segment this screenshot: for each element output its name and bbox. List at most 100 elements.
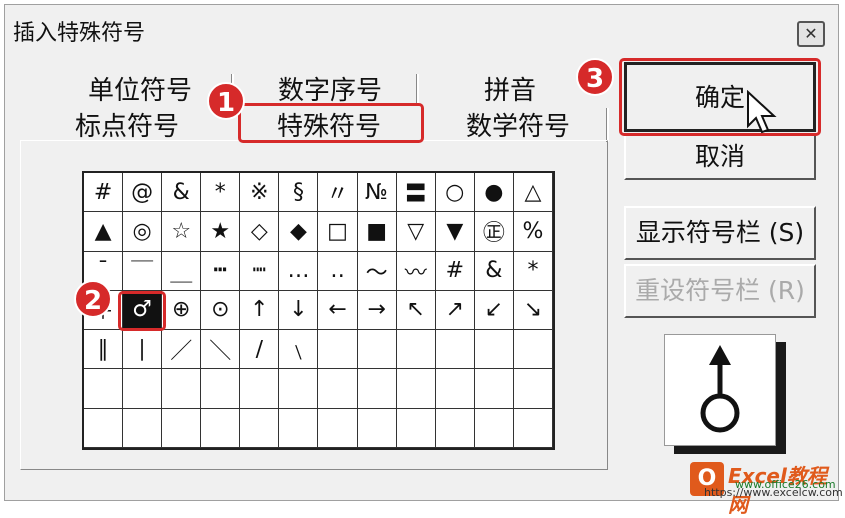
symbol-cell[interactable]: # — [84, 173, 124, 213]
symbol-cell[interactable] — [162, 369, 202, 409]
symbol-cell[interactable] — [357, 330, 397, 370]
symbol-preview — [664, 334, 776, 446]
symbol-cell[interactable]: ● — [474, 173, 514, 213]
male-symbol-icon — [700, 345, 740, 433]
symbol-cell[interactable]: ← — [318, 290, 358, 331]
symbol-cell[interactable]: % — [513, 212, 553, 252]
symbol-cell[interactable]: # — [435, 251, 475, 291]
symbol-cell[interactable] — [201, 369, 241, 409]
symbol-cell[interactable] — [240, 408, 280, 448]
symbol-cell[interactable]: ○ — [435, 173, 475, 213]
reset-symbol-bar-button[interactable]: 重设符号栏 (R) — [624, 264, 816, 318]
tab-unit-symbols[interactable]: 单位符号 — [60, 70, 220, 106]
symbol-cell[interactable]: ★ — [201, 212, 241, 252]
symbol-cell[interactable] — [357, 369, 397, 409]
symbol-cell[interactable]: ＼ — [201, 330, 241, 370]
symbol-cell[interactable]: ㊣ — [474, 212, 514, 252]
symbol-cell[interactable] — [435, 408, 475, 448]
symbol-cell[interactable] — [357, 408, 397, 448]
symbol-cell[interactable] — [474, 408, 514, 448]
symbol-cell[interactable]: ～ — [357, 251, 397, 291]
symbol-cell[interactable]: ■ — [357, 212, 397, 252]
symbol-cell[interactable]: ◆ — [279, 212, 319, 252]
symbol-cell[interactable]: ∥ — [84, 330, 124, 370]
step-badge-2: 2 — [74, 280, 112, 318]
symbol-cell[interactable] — [84, 369, 124, 409]
symbol-cell[interactable]: ※ — [240, 173, 280, 213]
symbol-cell[interactable] — [279, 408, 319, 448]
symbol-cell[interactable]: 〰 — [396, 251, 436, 291]
symbol-cell[interactable] — [513, 330, 553, 370]
watermark-url-secondary: www.office26.com — [735, 478, 836, 491]
symbol-cell[interactable]: ⊕ — [162, 290, 202, 331]
tab-math-symbols[interactable]: 数学符号 — [428, 106, 608, 142]
symbol-cell[interactable]: * — [513, 251, 553, 291]
symbol-cell[interactable]: → — [357, 290, 397, 331]
tab-divider — [606, 108, 609, 142]
tab-punctuation[interactable]: 标点符号 — [32, 106, 222, 142]
symbol-cell[interactable] — [474, 369, 514, 409]
close-button[interactable]: ✕ — [797, 21, 825, 47]
symbol-cell[interactable] — [513, 408, 553, 448]
symbol-cell[interactable]: § — [279, 173, 319, 213]
callout-highlight-ok-button — [619, 58, 821, 136]
symbol-cell[interactable]: 〓 — [396, 173, 436, 213]
symbol-cell[interactable]: ↓ — [279, 290, 319, 331]
symbol-cell[interactable] — [396, 330, 436, 370]
symbol-cell[interactable]: ↘ — [513, 290, 553, 331]
dialog-title: 插入特殊符号 — [13, 21, 146, 46]
symbol-cell[interactable]: ▼ — [435, 212, 475, 252]
symbol-cell[interactable] — [240, 369, 280, 409]
symbol-cell[interactable] — [318, 408, 358, 448]
symbol-cell[interactable]: ▽ — [396, 212, 436, 252]
symbol-cell[interactable]: △ — [513, 173, 553, 213]
symbol-cell[interactable]: ◇ — [240, 212, 280, 252]
tab-divider — [416, 74, 419, 104]
symbol-cell[interactable] — [84, 408, 124, 448]
symbol-cell[interactable]: □ — [318, 212, 358, 252]
symbol-cell[interactable]: ∣ — [123, 330, 163, 370]
symbol-cell[interactable] — [162, 408, 202, 448]
symbol-cell[interactable]: ／ — [162, 330, 202, 370]
symbol-cell[interactable]: 〃 — [318, 173, 358, 213]
symbol-cell[interactable]: & — [474, 251, 514, 291]
symbol-cell[interactable]: ↗ — [435, 290, 475, 331]
symbol-cell[interactable] — [318, 330, 358, 370]
symbol-cell[interactable] — [279, 369, 319, 409]
tab-pinyin[interactable]: 拼音 — [440, 70, 580, 106]
symbol-cell[interactable]: & — [162, 173, 202, 213]
symbol-cell[interactable]: * — [201, 173, 241, 213]
show-symbol-bar-button[interactable]: 显示符号栏 (S) — [624, 206, 816, 260]
symbol-cell[interactable] — [435, 369, 475, 409]
symbol-cell[interactable] — [396, 369, 436, 409]
symbol-cell[interactable] — [474, 330, 514, 370]
symbol-cell[interactable]: № — [357, 173, 397, 213]
symbol-cell[interactable]: ◎ — [123, 212, 163, 252]
symbol-cell[interactable]: @ — [123, 173, 163, 213]
symbol-cell[interactable]: ↖ — [396, 290, 436, 331]
symbol-cell[interactable] — [123, 369, 163, 409]
symbol-cell[interactable] — [318, 369, 358, 409]
tab-number-sequence[interactable]: 数字序号 — [245, 70, 415, 106]
symbol-cell[interactable]: … — [279, 251, 319, 291]
symbol-cell[interactable] — [396, 408, 436, 448]
symbol-cell[interactable]: ＿ — [162, 251, 202, 291]
symbol-cell[interactable]: ▲ — [84, 212, 124, 252]
cancel-button[interactable]: 取消 — [624, 134, 816, 180]
symbol-cell[interactable]: ﹨ — [279, 330, 319, 370]
symbol-cell[interactable]: ↑ — [240, 290, 280, 331]
symbol-cell[interactable]: ☆ — [162, 212, 202, 252]
title-bar: 插入特殊符号 ✕ — [5, 5, 838, 49]
symbol-cell[interactable] — [513, 369, 553, 409]
symbol-cell[interactable]: ↙ — [474, 290, 514, 331]
symbol-cell[interactable] — [435, 330, 475, 370]
close-icon: ✕ — [804, 24, 818, 43]
symbol-cell[interactable] — [201, 408, 241, 448]
symbol-cell[interactable]: ┅ — [201, 251, 241, 291]
symbol-cell[interactable]: ￣ — [123, 251, 163, 291]
symbol-cell[interactable]: ┉ — [240, 251, 280, 291]
symbol-cell[interactable] — [123, 408, 163, 448]
symbol-cell[interactable]: ‥ — [318, 251, 358, 291]
symbol-cell[interactable]: ∕ — [240, 330, 280, 370]
symbol-cell[interactable]: ⊙ — [201, 290, 241, 331]
